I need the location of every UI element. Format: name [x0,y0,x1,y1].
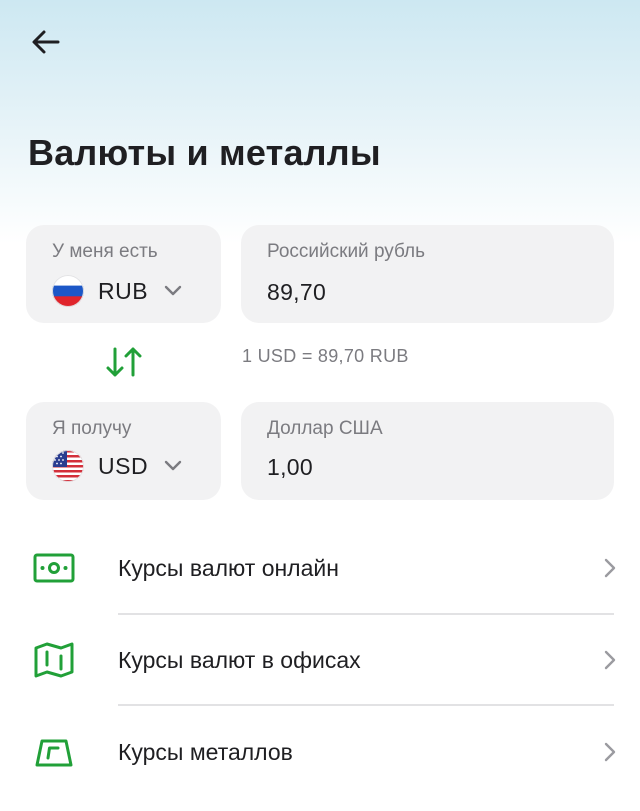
chevron-down-icon [164,460,182,472]
from-currency-code: RUB [98,277,149,304]
to-amount-card[interactable]: Доллар США 1,00 [241,402,614,500]
gold-bar-icon [32,733,76,773]
from-label: У меня есть [52,241,158,262]
map-icon [32,640,76,680]
menu-item-label: Курсы металлов [118,739,293,765]
menu-item-online-rates[interactable]: Курсы валют онлайн [0,523,640,613]
swap-button[interactable] [100,342,148,382]
to-currency-name: Доллар США [267,418,383,439]
from-currency-name: Российский рубль [267,241,426,262]
to-label: Я получу [52,418,132,439]
back-button[interactable] [26,24,66,60]
menu-item-metal-rates[interactable]: Курсы металлов [0,707,640,797]
chevron-right-icon [604,742,616,762]
to-currency-select[interactable]: USD [52,450,182,482]
swap-arrows-icon [106,347,142,377]
from-currency-card[interactable]: У меня есть RUB [26,225,221,323]
from-amount-card[interactable]: Российский рубль 89,70 [241,225,614,323]
page-title: Валюты и металлы [28,132,381,173]
menu-item-label: Курсы валют в офисах [118,647,361,673]
russia-flag-icon [52,275,84,307]
arrow-left-icon [32,30,60,54]
chevron-down-icon [164,285,182,297]
from-currency-select[interactable]: RUB [52,275,182,307]
from-amount-input[interactable]: 89,70 [267,279,326,306]
exchange-rate-text: 1 USD = 89,70 RUB [242,346,409,366]
usa-flag-icon [52,450,84,482]
to-amount-input[interactable]: 1,00 [267,454,313,481]
divider [118,704,614,706]
to-currency-card[interactable]: Я получу USD [26,402,221,500]
menu-item-office-rates[interactable]: Курсы валют в офисах [0,615,640,705]
to-currency-code: USD [98,452,149,479]
menu-item-label: Курсы валют онлайн [118,555,339,581]
chevron-right-icon [604,650,616,670]
banknote-icon [32,548,76,588]
chevron-right-icon [604,558,616,578]
